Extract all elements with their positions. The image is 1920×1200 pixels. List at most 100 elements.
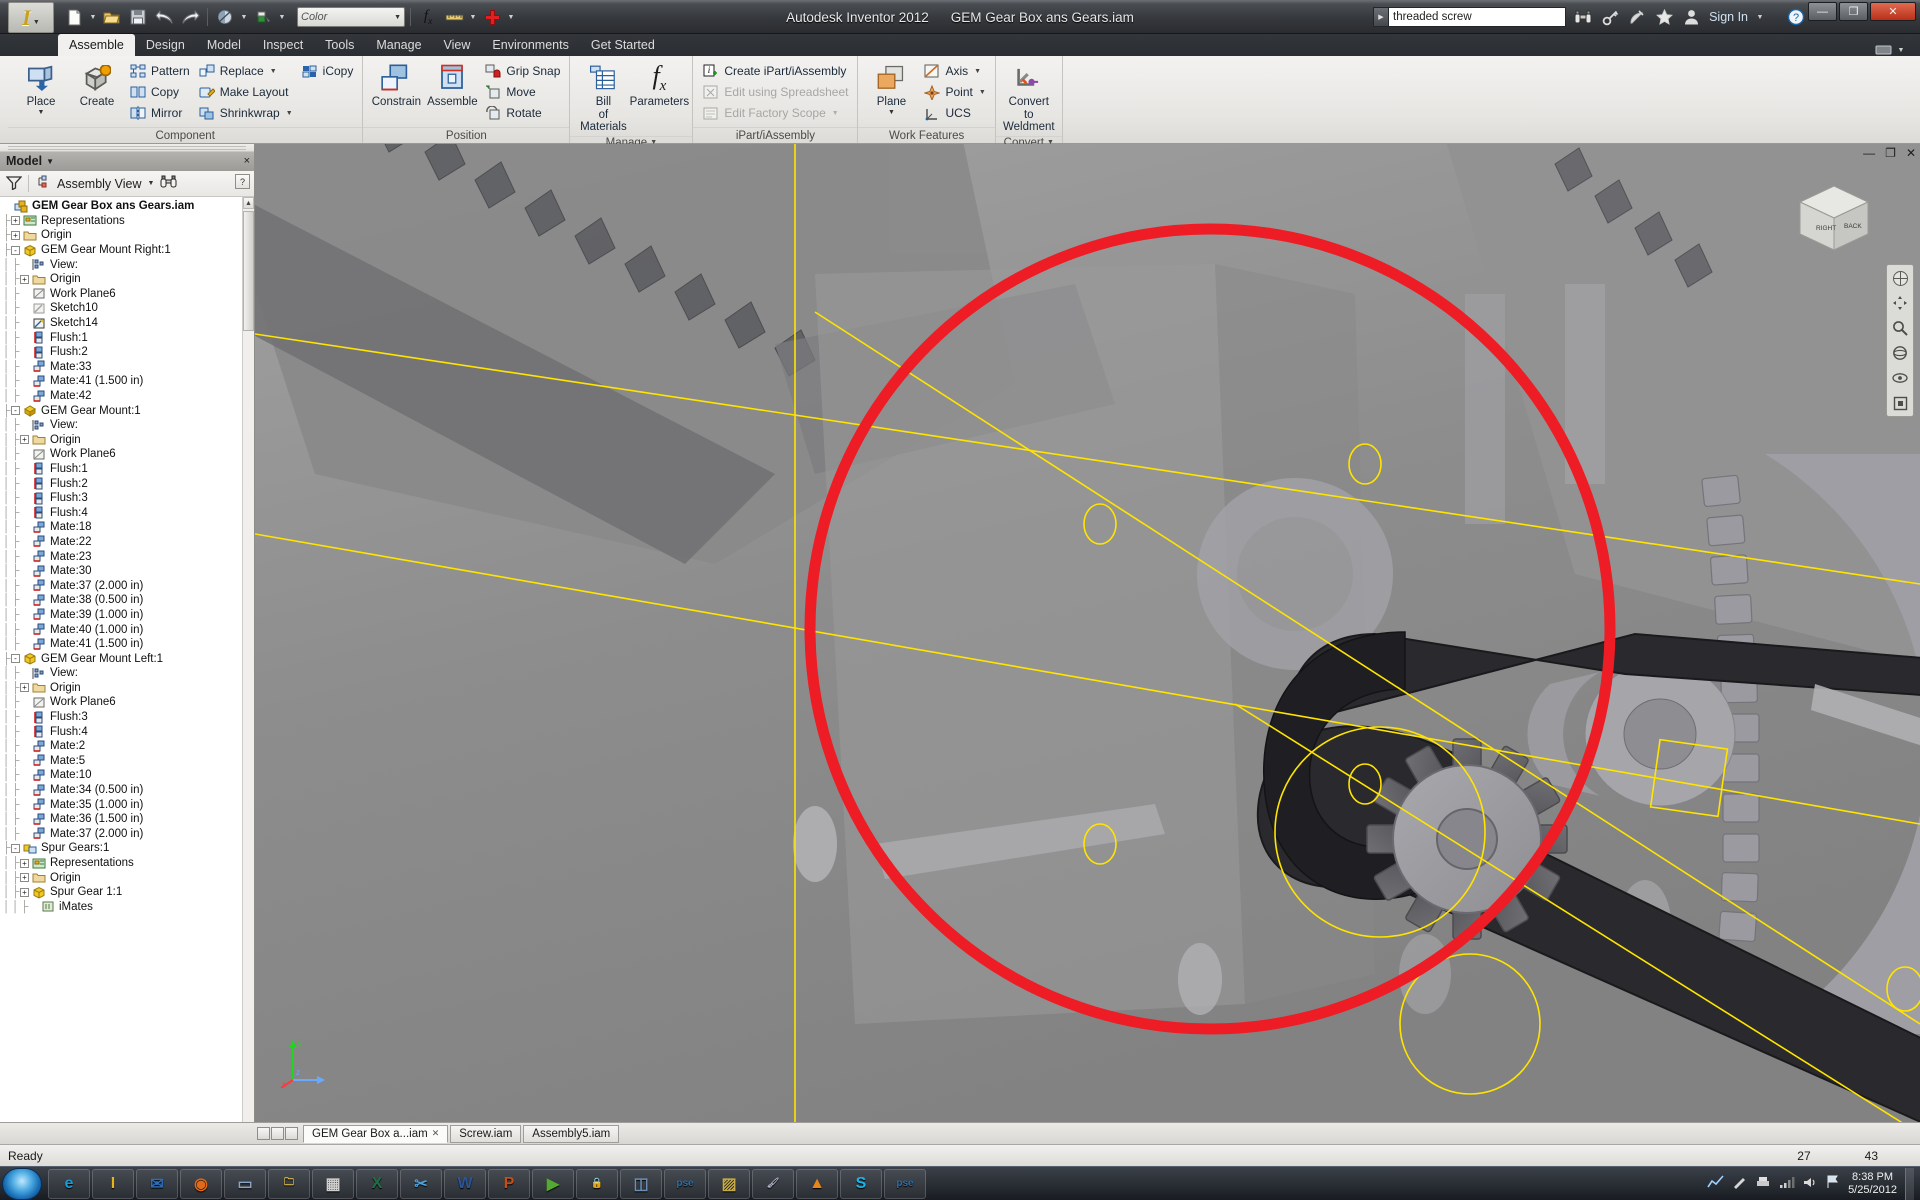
- ribbon-tab-view[interactable]: View: [433, 34, 482, 56]
- material-icon[interactable]: [251, 5, 275, 29]
- ribbon-button-shrinkwrap[interactable]: Shrinkwrap▼: [194, 103, 297, 123]
- tree-expander[interactable]: +: [20, 683, 29, 692]
- tree-node[interactable]: │├+Representations: [2, 856, 254, 871]
- document-tab[interactable]: GEM Gear Box a...iam✕: [303, 1125, 448, 1143]
- search-input[interactable]: [1388, 7, 1566, 27]
- ribbon-button-bill-of-materials[interactable]: Billof Materials: [575, 59, 631, 136]
- graphics-restore-button[interactable]: ❐: [1885, 146, 1896, 160]
- tree-node[interactable]: │├View:: [2, 418, 254, 433]
- document-tab[interactable]: Assembly5.iam: [523, 1125, 619, 1143]
- taskbar-item-photoshop-pse-2[interactable]: pse: [884, 1169, 926, 1199]
- chevron-down-icon[interactable]: ▼: [88, 14, 98, 21]
- chevron-down-icon[interactable]: ▼: [286, 110, 293, 117]
- taskbar-item-internet-explorer[interactable]: e: [48, 1169, 90, 1199]
- taskbar-item-explorer-window[interactable]: ▭: [224, 1169, 266, 1199]
- chevron-down-icon[interactable]: ▼: [38, 109, 45, 117]
- tree-node[interactable]: ├-GEM Gear Mount Right:1: [2, 243, 254, 258]
- taskbar-item-outlook-mail[interactable]: ✉: [136, 1169, 178, 1199]
- ribbon-tab-environments[interactable]: Environments: [481, 34, 579, 56]
- redo-arrow-icon[interactable]: [178, 5, 202, 29]
- tree-node[interactable]: │├Mate:10: [2, 768, 254, 783]
- graphics-close-button[interactable]: ✕: [1906, 146, 1916, 160]
- tree-node[interactable]: ││├iMates: [2, 900, 254, 915]
- tree-node[interactable]: │├Work Plane6: [2, 287, 254, 302]
- floppy-save-icon[interactable]: [126, 5, 150, 29]
- close-icon[interactable]: ✕: [432, 1128, 440, 1139]
- graphics-minimize-button[interactable]: —: [1863, 146, 1875, 160]
- ribbon-button-assemble[interactable]: Assemble: [424, 59, 480, 111]
- ribbon-tab-assemble[interactable]: Assemble: [58, 34, 135, 56]
- tree-node[interactable]: │├+Origin: [2, 870, 254, 885]
- browser-grip[interactable]: [0, 144, 254, 152]
- chevron-down-icon[interactable]: ▼: [277, 14, 287, 21]
- minimize-button[interactable]: —: [1808, 2, 1837, 21]
- ribbon-button-create-ipart-iassembly[interactable]: iCreate iPart/iAssembly: [698, 61, 852, 81]
- ribbon-button-axis[interactable]: Axis▼: [919, 61, 989, 81]
- color-dropdown[interactable]: Color ▼: [297, 7, 405, 27]
- tree-node[interactable]: │├View:: [2, 666, 254, 681]
- tree-node[interactable]: │├Sketch10: [2, 301, 254, 316]
- tree-node[interactable]: │├Flush:3: [2, 710, 254, 725]
- ribbon-button-constrain[interactable]: Constrain: [368, 59, 424, 111]
- scrollbar-thumb[interactable]: [243, 211, 254, 331]
- tile-view-button[interactable]: [257, 1127, 270, 1140]
- tree-node[interactable]: │├Mate:2: [2, 739, 254, 754]
- open-folder-icon[interactable]: [100, 5, 124, 29]
- tree-expander[interactable]: +: [20, 275, 29, 284]
- tree-node[interactable]: │├Flush:3: [2, 491, 254, 506]
- new-file-icon[interactable]: [62, 5, 86, 29]
- flag-icon[interactable]: [1826, 1175, 1840, 1192]
- user-icon[interactable]: [1680, 6, 1702, 28]
- tree-node[interactable]: │├Flush:1: [2, 462, 254, 477]
- view-cube[interactable]: RIGHT BACK: [1790, 176, 1878, 258]
- ribbon-button-point[interactable]: Point▼: [919, 82, 989, 102]
- taskbar-item-word-app[interactable]: W: [444, 1169, 486, 1199]
- tree-node[interactable]: │├Mate:33: [2, 360, 254, 375]
- tree-expander[interactable]: -: [11, 654, 20, 663]
- tree-expander[interactable]: +: [11, 216, 20, 225]
- zoom-all-icon[interactable]: [1890, 393, 1910, 413]
- pen-icon[interactable]: [1732, 1175, 1747, 1192]
- chevron-down-icon[interactable]: ▼: [506, 14, 516, 21]
- tree-node[interactable]: │├Work Plane6: [2, 447, 254, 462]
- search-box[interactable]: ▶: [1373, 7, 1566, 27]
- filter-funnel-icon[interactable]: [6, 175, 22, 193]
- taskbar-item-skype-app[interactable]: S: [840, 1169, 882, 1199]
- tree-node[interactable]: │├+Origin: [2, 681, 254, 696]
- ribbon-button-grip-snap[interactable]: Grip Snap: [480, 61, 564, 81]
- taskbar-item-firefox-browser[interactable]: ◉: [180, 1169, 222, 1199]
- tree-node[interactable]: │├Mate:42: [2, 389, 254, 404]
- tree-expander[interactable]: -: [11, 246, 20, 255]
- chart-icon[interactable]: [1707, 1175, 1724, 1192]
- network-icon[interactable]: [1779, 1176, 1795, 1192]
- tree-node[interactable]: │├Flush:2: [2, 476, 254, 491]
- tree-node[interactable]: │├Mate:41 (1.500 in): [2, 637, 254, 652]
- parameters-fx-icon[interactable]: fx: [416, 5, 440, 29]
- chevron-down-icon[interactable]: ▼: [46, 157, 54, 166]
- taskbar-item-media-player[interactable]: ▶: [532, 1169, 574, 1199]
- scroll-up-arrow[interactable]: ▲: [243, 197, 254, 209]
- chevron-down-icon[interactable]: ▼: [832, 110, 839, 117]
- taskbar-clock[interactable]: 8:38 PM 5/25/2012: [1848, 1171, 1897, 1196]
- ribbon-button-convert-to-weldment[interactable]: Convertto Weldment: [1001, 59, 1057, 136]
- tree-expander[interactable]: +: [20, 888, 29, 897]
- taskbar-item-publisher-app[interactable]: P: [488, 1169, 530, 1199]
- tree-node[interactable]: ├-Spur Gears:1: [2, 841, 254, 856]
- tree-node[interactable]: │├Mate:40 (1.000 in): [2, 622, 254, 637]
- ribbon-button-icopy[interactable]: iCopy: [297, 61, 358, 81]
- taskbar-item-vlc-media[interactable]: ▲: [796, 1169, 838, 1199]
- navigation-toolbar[interactable]: [1886, 264, 1914, 417]
- tree-node[interactable]: │├+Origin: [2, 433, 254, 448]
- tree-node[interactable]: │├Mate:18: [2, 520, 254, 535]
- appearance-icon[interactable]: [213, 5, 237, 29]
- sign-in-link[interactable]: Sign In: [1709, 10, 1748, 24]
- tree-node[interactable]: │├Mate:30: [2, 564, 254, 579]
- ribbon-tab-manage[interactable]: Manage: [365, 34, 432, 56]
- ribbon-button-pattern[interactable]: Pattern: [125, 61, 194, 81]
- chevron-down-icon[interactable]: ▼: [888, 109, 895, 117]
- browser-view-mode[interactable]: Assembly View: [57, 177, 142, 191]
- model-tree[interactable]: GEM Gear Box ans Gears.iam├+Representati…: [0, 197, 254, 1134]
- key-icon[interactable]: [1599, 6, 1621, 28]
- taskbar-item-excel-app[interactable]: X: [356, 1169, 398, 1199]
- browser-close-icon[interactable]: ×: [244, 155, 250, 167]
